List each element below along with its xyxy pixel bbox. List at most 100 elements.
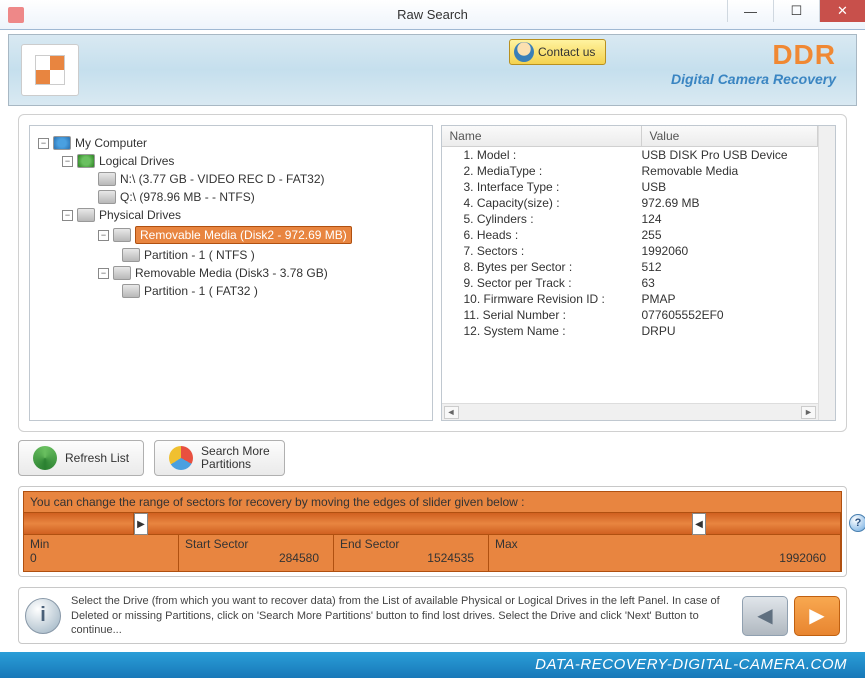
sector-range-box: You can change the range of sectors for … bbox=[23, 491, 842, 572]
property-row[interactable]: 9. Sector per Track :63 bbox=[442, 275, 819, 291]
prop-name: 10. Firmware Revision ID : bbox=[442, 292, 642, 306]
properties-panel: Name Value 1. Model :USB DISK Pro USB De… bbox=[441, 125, 837, 421]
prop-value: 077605552EF0 bbox=[642, 308, 819, 322]
min-value: 0 bbox=[30, 551, 172, 565]
drive-group-icon bbox=[77, 208, 95, 222]
computer-icon bbox=[53, 136, 71, 150]
prop-name: 4. Capacity(size) : bbox=[442, 196, 642, 210]
property-row[interactable]: 3. Interface Type :USB bbox=[442, 179, 819, 195]
col-value[interactable]: Value bbox=[642, 126, 819, 146]
slider-values: Min0 Start Sector284580 End Sector152453… bbox=[24, 535, 841, 571]
scroll-left-icon[interactable]: ◄ bbox=[444, 406, 459, 419]
contact-label: Contact us bbox=[538, 45, 595, 59]
h-scrollbar[interactable]: ◄► bbox=[442, 403, 819, 420]
collapse-icon[interactable]: − bbox=[62, 210, 73, 221]
prop-name: 11. Serial Number : bbox=[442, 308, 642, 322]
property-row[interactable]: 5. Cylinders :124 bbox=[442, 211, 819, 227]
prop-name: 12. System Name : bbox=[442, 324, 642, 338]
slider-message: You can change the range of sectors for … bbox=[24, 492, 841, 513]
tree-disk2-partition[interactable]: Partition - 1 ( NTFS ) bbox=[122, 246, 428, 264]
app-header: Contact us DDR Digital Camera Recovery bbox=[8, 34, 857, 106]
refresh-list-button[interactable]: Refresh List bbox=[18, 440, 144, 476]
prop-name: 5. Cylinders : bbox=[442, 212, 642, 226]
v-scrollbar[interactable] bbox=[818, 126, 835, 420]
collapse-icon[interactable]: − bbox=[38, 138, 49, 149]
scroll-right-icon[interactable]: ► bbox=[801, 406, 816, 419]
window-controls: — ☐ ✕ bbox=[727, 0, 865, 29]
tree-disk2[interactable]: −Removable Media (Disk2 - 972.69 MB) bbox=[98, 224, 428, 246]
prop-value: PMAP bbox=[642, 292, 819, 306]
property-row[interactable]: 7. Sectors :1992060 bbox=[442, 243, 819, 259]
property-row[interactable]: 12. System Name :DRPU bbox=[442, 323, 819, 339]
collapse-icon[interactable]: − bbox=[98, 230, 109, 241]
property-row[interactable]: 1. Model :USB DISK Pro USB Device bbox=[442, 147, 819, 163]
prop-value: 972.69 MB bbox=[642, 196, 819, 210]
slider-handle-end[interactable]: ◀ bbox=[692, 513, 706, 535]
end-sector-label: End Sector bbox=[340, 537, 482, 551]
back-button[interactable]: ◀ bbox=[742, 596, 788, 636]
contact-us-button[interactable]: Contact us bbox=[509, 39, 606, 65]
tree-logical-drives[interactable]: −Logical Drives bbox=[62, 152, 428, 170]
start-sector-value: 284580 bbox=[185, 551, 327, 565]
property-row[interactable]: 11. Serial Number :077605552EF0 bbox=[442, 307, 819, 323]
info-icon: i bbox=[25, 598, 61, 634]
watermark: DATA-RECOVERY-DIGITAL-CAMERA.COM bbox=[0, 652, 865, 678]
main-panel: −My Computer −Logical Drives N:\ (3.77 G… bbox=[18, 114, 847, 432]
search-more-partitions-button[interactable]: Search More Partitions bbox=[154, 440, 285, 476]
tree-disk3-partition[interactable]: Partition - 1 ( FAT32 ) bbox=[122, 282, 428, 300]
help-icon[interactable]: ? bbox=[849, 514, 865, 532]
prop-name: 6. Heads : bbox=[442, 228, 642, 242]
prop-value: 1992060 bbox=[642, 244, 819, 258]
maximize-button[interactable]: ☐ bbox=[773, 0, 819, 22]
tree-physical-drives[interactable]: −Physical Drives bbox=[62, 206, 428, 224]
partition-icon bbox=[122, 248, 140, 262]
prop-value: 255 bbox=[642, 228, 819, 242]
drive-tree[interactable]: −My Computer −Logical Drives N:\ (3.77 G… bbox=[29, 125, 433, 421]
properties-header: Name Value bbox=[442, 126, 819, 147]
prop-value: USB bbox=[642, 180, 819, 194]
brand-logo: DDR bbox=[671, 39, 836, 71]
tree-drive-n[interactable]: N:\ (3.77 GB - VIDEO REC D - FAT32) bbox=[98, 170, 428, 188]
prop-name: 3. Interface Type : bbox=[442, 180, 642, 194]
next-button[interactable]: ▶ bbox=[794, 596, 840, 636]
prop-value: DRPU bbox=[642, 324, 819, 338]
prop-name: 2. MediaType : bbox=[442, 164, 642, 178]
property-row[interactable]: 4. Capacity(size) :972.69 MB bbox=[442, 195, 819, 211]
prop-name: 8. Bytes per Sector : bbox=[442, 260, 642, 274]
property-row[interactable]: 6. Heads :255 bbox=[442, 227, 819, 243]
col-name[interactable]: Name bbox=[442, 126, 642, 146]
nav-buttons: ◀ ▶ bbox=[742, 596, 840, 636]
prop-value: 124 bbox=[642, 212, 819, 226]
hdd-icon bbox=[113, 266, 131, 280]
collapse-icon[interactable]: − bbox=[98, 268, 109, 279]
title-bar: Raw Search — ☐ ✕ bbox=[0, 0, 865, 30]
property-row[interactable]: 10. Firmware Revision ID :PMAP bbox=[442, 291, 819, 307]
logo-box bbox=[21, 44, 79, 96]
hdd-icon bbox=[113, 228, 131, 242]
brand-subtitle: Digital Camera Recovery bbox=[671, 71, 836, 87]
partition-icon bbox=[122, 284, 140, 298]
collapse-icon[interactable]: − bbox=[62, 156, 73, 167]
window-title: Raw Search bbox=[397, 7, 468, 22]
hdd-icon bbox=[98, 190, 116, 204]
max-value: 1992060 bbox=[495, 551, 834, 565]
slider-handle-start[interactable]: ▶ bbox=[134, 513, 148, 535]
start-sector-label: Start Sector bbox=[185, 537, 327, 551]
prop-value: Removable Media bbox=[642, 164, 819, 178]
tree-drive-q[interactable]: Q:\ (978.96 MB - - NTFS) bbox=[98, 188, 428, 206]
refresh-icon bbox=[33, 446, 57, 470]
logo-icon bbox=[35, 55, 65, 85]
drive-group-icon bbox=[77, 154, 95, 168]
property-row[interactable]: 2. MediaType :Removable Media bbox=[442, 163, 819, 179]
brand: DDR Digital Camera Recovery bbox=[671, 39, 836, 87]
tree-root[interactable]: −My Computer bbox=[38, 134, 428, 152]
property-row[interactable]: 8. Bytes per Sector :512 bbox=[442, 259, 819, 275]
minimize-button[interactable]: — bbox=[727, 0, 773, 22]
tree-disk3[interactable]: −Removable Media (Disk3 - 3.78 GB) bbox=[98, 264, 428, 282]
hdd-icon bbox=[98, 172, 116, 186]
end-sector-value: 1524535 bbox=[340, 551, 482, 565]
sector-slider[interactable]: ▶ ◀ ? bbox=[24, 513, 841, 535]
prop-value: 512 bbox=[642, 260, 819, 274]
prop-value: 63 bbox=[642, 276, 819, 290]
close-button[interactable]: ✕ bbox=[819, 0, 865, 22]
